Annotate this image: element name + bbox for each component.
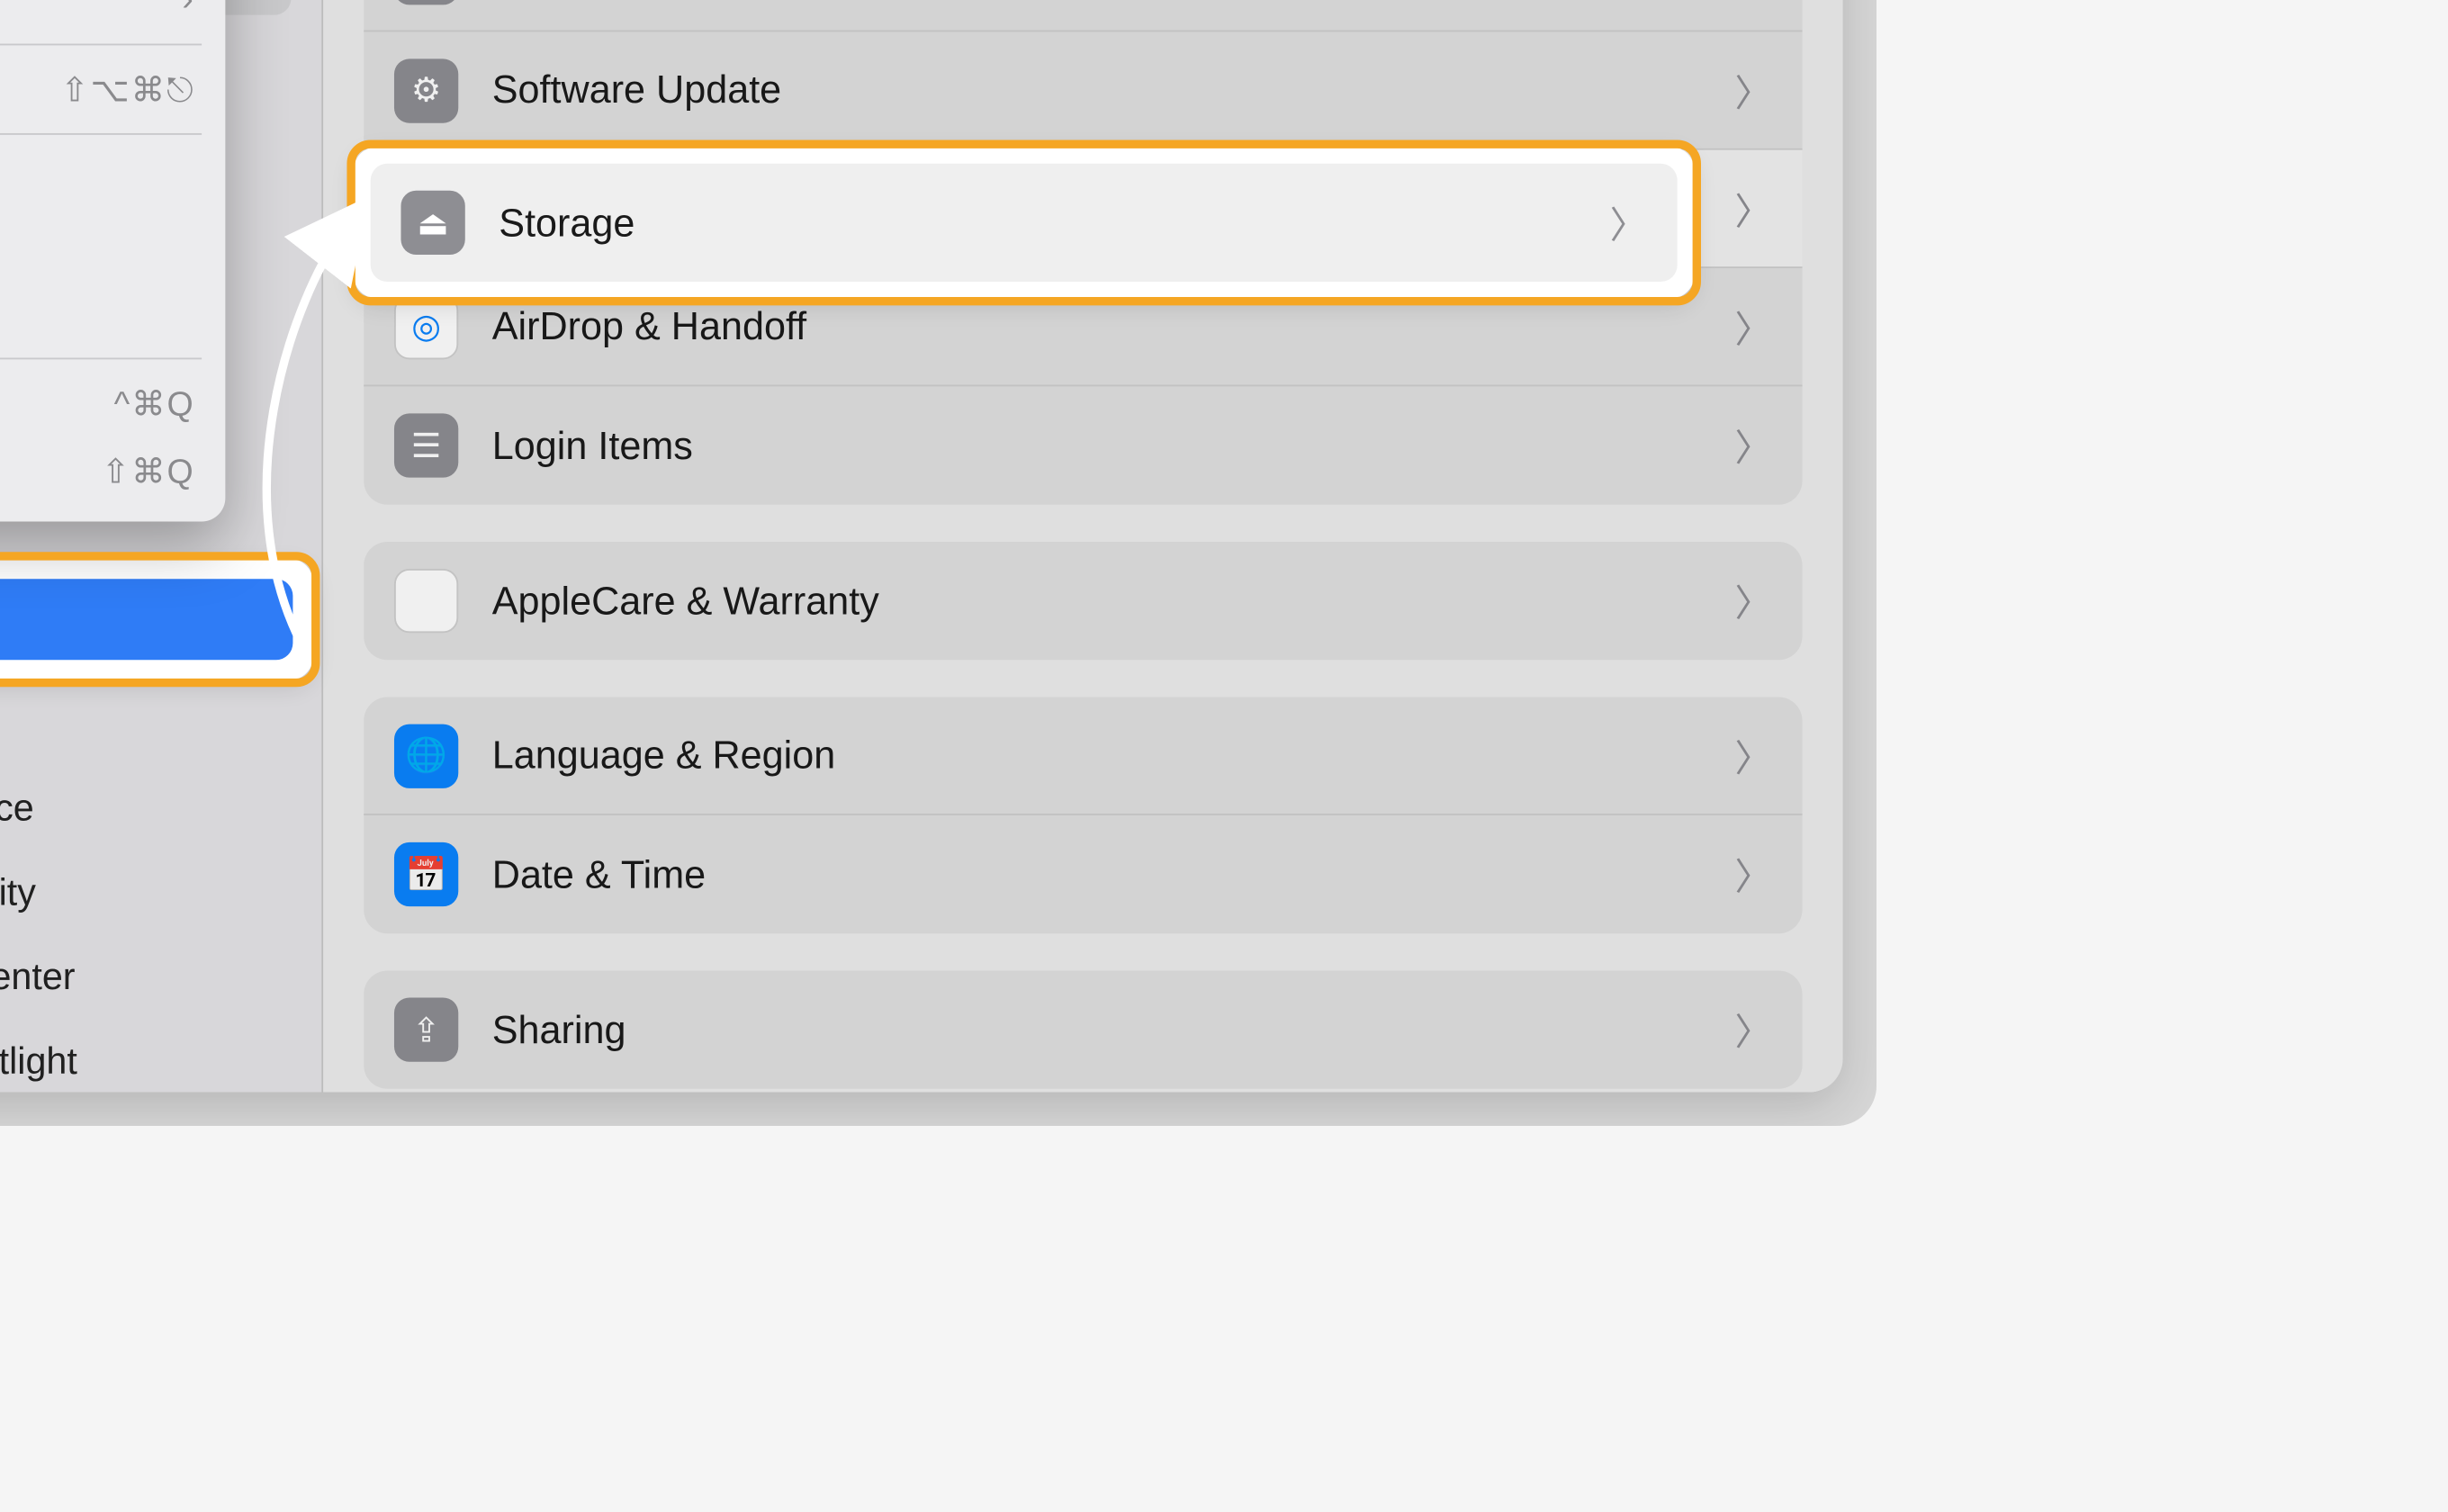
menu-restart[interactable]: Restart…: [0, 212, 225, 280]
chevron-right-icon: 〉: [1734, 300, 1771, 354]
storage-icon: ⏏: [400, 191, 464, 255]
sidebar-item-control-center[interactable]: ⌥ Control Center: [0, 937, 305, 1018]
row-language[interactable]: 🌐 Language & Region 〉: [364, 698, 1802, 815]
row-date-time[interactable]: 📅 Date & Time 〉: [364, 815, 1802, 933]
shortcut: ⇧⌥⌘⎋: [60, 68, 194, 111]
sidebar-item-label: Control Center: [0, 956, 76, 1000]
sidebar-item-general-highlight[interactable]: ⚙ General: [0, 579, 292, 660]
row-label: AirDrop & Handoff: [492, 303, 1701, 349]
row-applecare[interactable]: AppleCare & Warranty 〉: [364, 542, 1802, 660]
about-icon: ▭: [394, 0, 458, 4]
row-label: Sharing: [492, 1007, 1701, 1053]
chevron-right-icon: 〉: [1734, 728, 1771, 782]
row-login-items[interactable]: ☰ Login Items 〉: [364, 386, 1802, 504]
menu-force-quit[interactable]: Force Quit System Settings ⇧⌥⌘⎋: [0, 56, 225, 123]
software-update-icon: ⚙: [394, 58, 458, 122]
chevron-right-icon: 〉: [1734, 574, 1771, 628]
separator: [0, 133, 202, 135]
row-label: Software Update: [492, 68, 1701, 113]
sidebar-item-label: Accessibility: [0, 871, 36, 915]
menu-sleep[interactable]: Sleep: [0, 145, 225, 212]
row-label: Language & Region: [492, 733, 1701, 778]
row-label: Storage: [499, 200, 1576, 246]
row-label: Date & Time: [492, 851, 1701, 897]
login-items-icon: ☰: [394, 413, 458, 477]
applecare-icon: [394, 569, 458, 633]
sidebar-item-siri[interactable]: ◉ Siri & Spotlight: [0, 1022, 305, 1093]
chevron-right-icon: 〉: [1734, 418, 1771, 472]
separator: [0, 44, 202, 46]
chevron-right-icon: 〉: [1610, 195, 1647, 249]
row-about[interactable]: ▭ About 〉: [364, 0, 1802, 32]
chevron-right-icon: 〉: [1734, 848, 1771, 902]
chevron-right-icon: 〉: [1734, 63, 1771, 117]
group-2: AppleCare & Warranty 〉: [364, 542, 1802, 660]
row-label: Login Items: [492, 423, 1701, 469]
group-3: 🌐 Language & Region 〉 📅 Date & Time 〉: [364, 698, 1802, 934]
chevron-right-icon: 〉: [1734, 181, 1771, 235]
separator: [0, 357, 202, 359]
submenu-chevron-icon: ›: [182, 0, 194, 19]
shortcut: ^⌘Q: [114, 382, 195, 425]
highlight-storage-inner: ⏏ Storage 〉: [354, 147, 1695, 299]
row-label: AppleCare & Warranty: [492, 578, 1701, 624]
chevron-right-icon: 〉: [1734, 1003, 1771, 1057]
highlight-general-inner: ⚙ General: [0, 559, 313, 680]
row-storage-highlight[interactable]: ⏏ Storage 〉: [371, 164, 1678, 282]
menu-lock-screen[interactable]: Lock Screen ^⌘Q: [0, 370, 225, 437]
sharing-icon: ⇪: [394, 997, 458, 1061]
sidebar-item-accessibility[interactable]: ✪ Accessibility: [0, 852, 305, 933]
sidebar-item-appearance[interactable]: ◐ Appearance: [0, 768, 305, 849]
apple-menu-dropdown: About This Mac System Settings… App Stor…: [0, 0, 225, 521]
date-time-icon: 📅: [394, 842, 458, 906]
row-software-update[interactable]: ⚙ Software Update 〉: [364, 32, 1802, 149]
language-icon: 🌐: [394, 724, 458, 788]
row-sharing[interactable]: ⇪ Sharing 〉: [364, 970, 1802, 1088]
sidebar-item-label: Appearance: [0, 787, 34, 831]
airdrop-icon: ◎: [394, 294, 458, 358]
group-4: ⇪ Sharing 〉: [364, 970, 1802, 1088]
sidebar-item-label: Siri & Spotlight: [0, 1040, 77, 1084]
shortcut: ⇧⌘Q: [102, 450, 195, 492]
menu-log-out[interactable]: Log Out ⇧⌘Q: [0, 437, 225, 505]
menu-recent-items[interactable]: Recent Items ›: [0, 0, 225, 33]
menu-shut-down[interactable]: Shut Down…: [0, 280, 225, 347]
